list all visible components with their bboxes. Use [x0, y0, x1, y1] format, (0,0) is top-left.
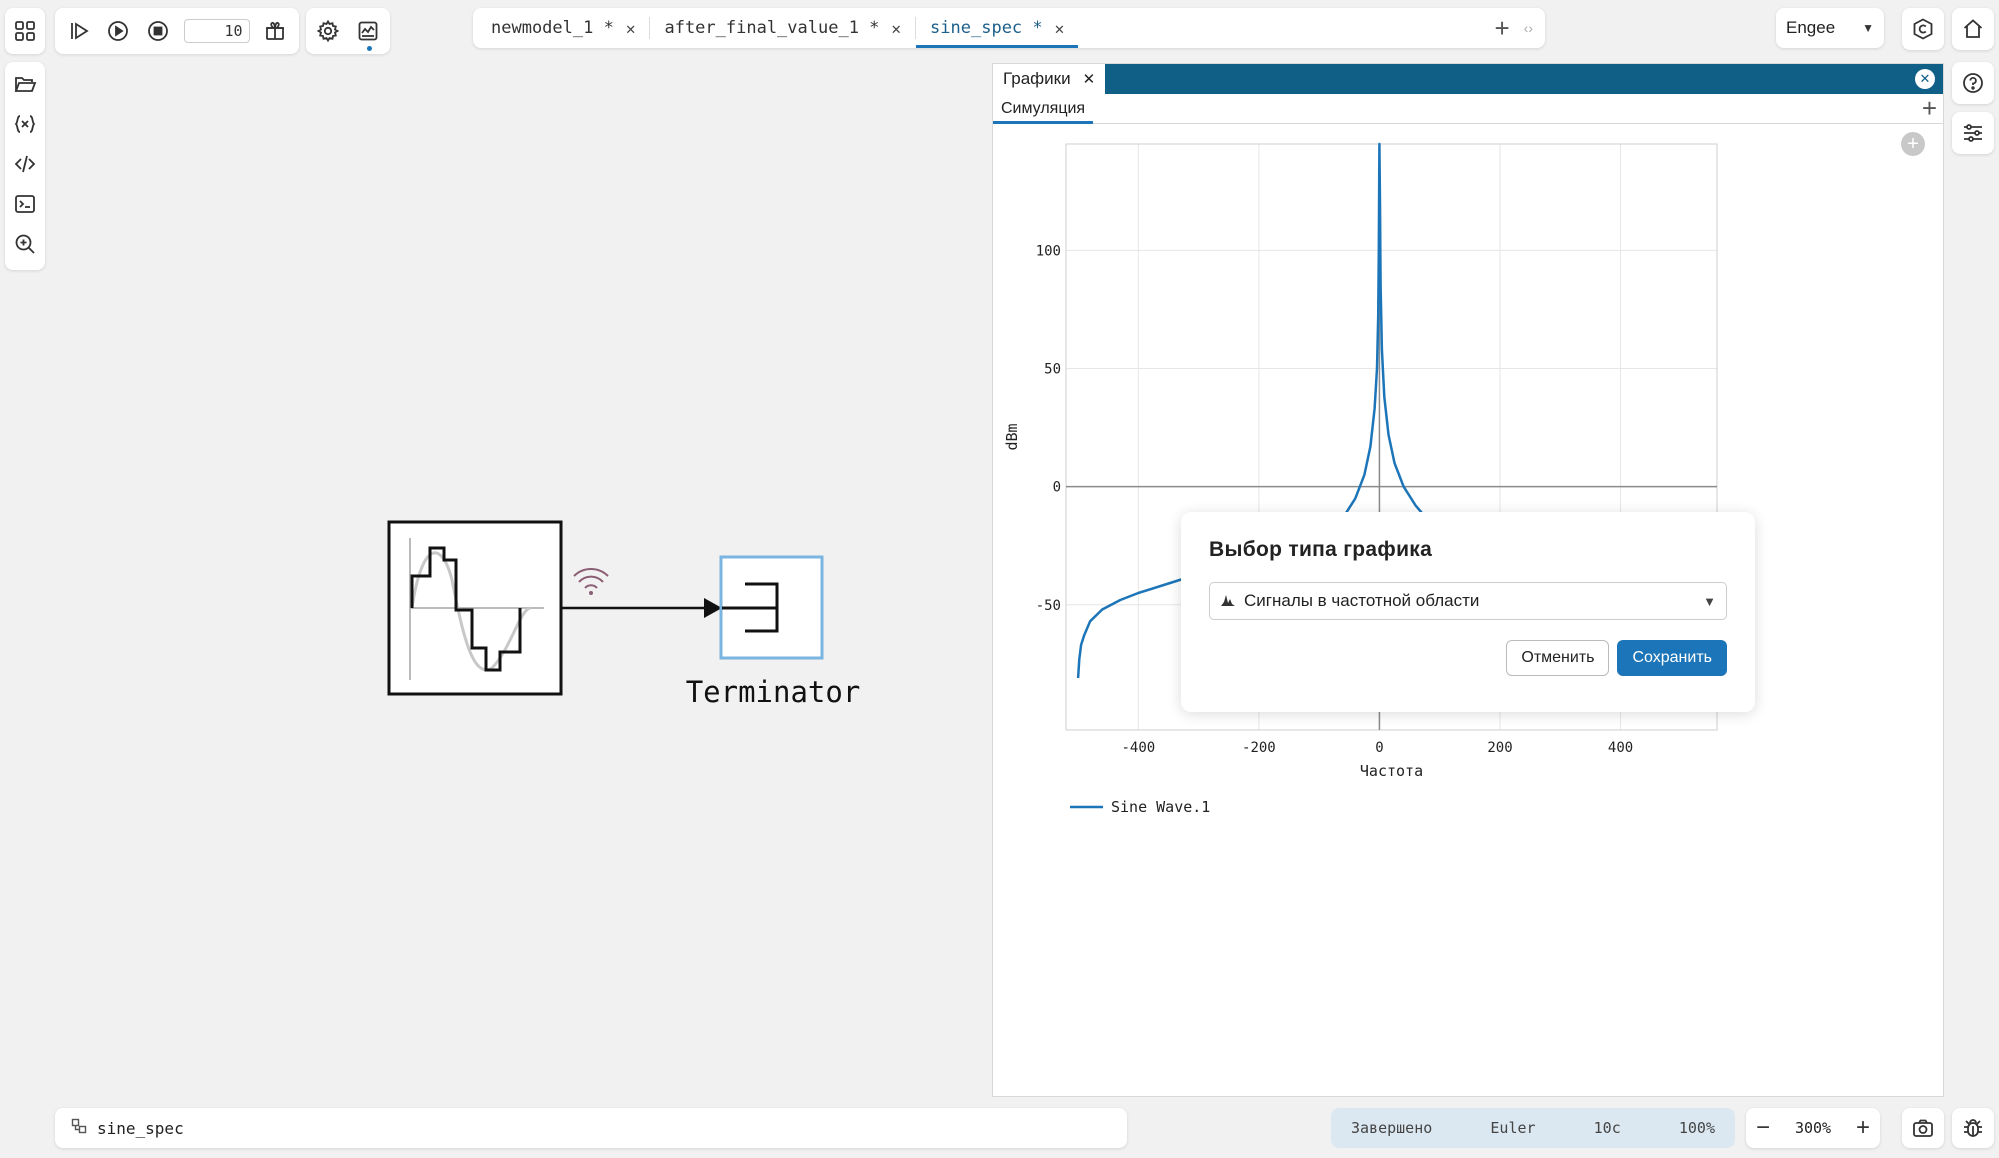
tab-label: newmodel_1 * [491, 18, 614, 38]
help-toolbar [1952, 62, 1994, 104]
status-state: Завершено [1351, 1119, 1433, 1137]
signal-wifi-icon [573, 567, 609, 595]
zoom-level: 300% [1794, 1119, 1832, 1137]
chevron-down-icon: ▼ [1703, 593, 1716, 609]
zoom-search-icon[interactable] [5, 224, 45, 264]
y-tick-label: 100 [1036, 243, 1061, 259]
step-run-icon[interactable] [59, 11, 99, 51]
close-icon[interactable]: ✕ [626, 19, 636, 38]
simulation-status: Завершено Euler 10с 100% [1331, 1108, 1735, 1148]
camera-icon[interactable] [1903, 1108, 1943, 1148]
close-icon[interactable]: ✕ [1055, 19, 1065, 38]
tab-simulation-label: Симуляция [1001, 99, 1086, 117]
y-tick-label: -50 [1036, 598, 1061, 614]
add-tab-icon[interactable]: + [1488, 13, 1515, 44]
zoom-out-button[interactable]: − [1756, 1114, 1770, 1142]
terminator-label: Terminator [686, 675, 861, 709]
left-sidebar [5, 62, 45, 270]
tab-after-final-value[interactable]: after_final_value_1 * ✕ [650, 8, 915, 48]
chart-legend[interactable]: Sine Wave.1 [1070, 798, 1210, 816]
tab-label: sine_spec * [930, 18, 1043, 38]
plot-type-dialog: Выбор типа графика Сигналы в частотной о… [1181, 512, 1755, 712]
zoom-control: − 300% + [1746, 1108, 1880, 1148]
dialog-title: Выбор типа графика [1209, 538, 1433, 561]
copyright-toolbar [1902, 8, 1944, 50]
x-tick-label: 0 [1375, 740, 1383, 756]
graphs-icon[interactable] [348, 11, 388, 51]
apps-grid-icon[interactable] [5, 11, 45, 51]
hexagon-c-icon[interactable] [1903, 9, 1943, 49]
tab-graphs-label: Графики [1003, 69, 1071, 88]
terminator-block[interactable] [719, 555, 824, 660]
x-tick-label: -200 [1242, 740, 1276, 756]
home-icon[interactable] [1953, 9, 1993, 49]
zoom-in-button[interactable]: + [1856, 1114, 1870, 1142]
engine-select[interactable]: Engee ▼ [1776, 8, 1884, 48]
code-icon[interactable] [5, 144, 45, 184]
x-tick-label: 200 [1487, 740, 1512, 756]
y-tick-label: 0 [1053, 480, 1061, 496]
close-icon[interactable]: ✕ [891, 19, 901, 38]
panel-close-icon[interactable]: ✕ [1915, 69, 1935, 89]
folder-open-icon[interactable] [5, 64, 45, 104]
x-axis-label: Частота [1360, 762, 1423, 780]
screenshot-toolbar [1902, 1108, 1944, 1148]
engine-select-value: Engee [1786, 18, 1836, 37]
dialog-buttons: Отменить Сохранить [1209, 640, 1727, 676]
tab-scroll-icon[interactable]: ‹› [1516, 20, 1541, 36]
status-solver: Euler [1490, 1119, 1536, 1137]
apps-toolbar [5, 8, 45, 54]
model-canvas[interactable]: Terminator [360, 500, 900, 740]
y-axis-label: dBm [1003, 423, 1021, 450]
sine-wave-block[interactable] [387, 520, 563, 696]
x-tick-labels: -400 -200 0 200 400 [1121, 740, 1633, 756]
status-sim-time: 10с [1593, 1119, 1621, 1137]
terminal-icon[interactable] [5, 184, 45, 224]
stop-button-icon[interactable] [138, 11, 178, 51]
gear-icon[interactable] [308, 11, 348, 51]
model-path-bar: sine_spec [55, 1108, 1127, 1148]
chevron-down-icon: ▼ [1862, 21, 1874, 35]
spectrum-icon [1220, 593, 1236, 610]
cancel-button[interactable]: Отменить [1506, 640, 1610, 676]
y-tick-labels: -50 0 50 100 [1036, 243, 1061, 613]
model-tab-bar: newmodel_1 * ✕ after_final_value_1 * ✕ s… [473, 8, 1545, 48]
x-tick-label: 400 [1608, 740, 1633, 756]
y-tick-label: 50 [1044, 361, 1061, 377]
debug-toolbar [1952, 1108, 1994, 1148]
properties-toolbar [1952, 112, 1994, 154]
tab-graphs[interactable]: Графики ✕ [993, 64, 1106, 94]
save-button[interactable]: Сохранить [1617, 640, 1727, 676]
subtab-bar: Симуляция + [993, 94, 1943, 124]
bug-icon[interactable] [1953, 1108, 1993, 1148]
signal-connection[interactable] [561, 598, 722, 618]
model-path-label: sine_spec [97, 1118, 184, 1138]
add-plot-tab-icon[interactable]: + [1922, 94, 1937, 122]
panel-header: Графики ✕ ✕ [993, 64, 1943, 94]
plot-type-select[interactable]: Сигналы в частотной области ▼ [1209, 582, 1727, 620]
run-button-icon[interactable] [99, 11, 139, 51]
x-tick-label: -400 [1121, 740, 1155, 756]
variables-icon[interactable] [5, 104, 45, 144]
gift-icon[interactable] [256, 11, 296, 51]
plot-type-value: Сигналы в частотной области [1244, 591, 1480, 610]
tab-sine-spec[interactable]: sine_spec * ✕ [916, 8, 1079, 48]
sliders-icon[interactable] [1953, 113, 1993, 153]
graphs-active-dot [367, 46, 372, 51]
tab-simulation[interactable]: Симуляция [993, 94, 1094, 124]
home-toolbar [1952, 8, 1994, 50]
tab-newmodel[interactable]: newmodel_1 * ✕ [477, 8, 649, 48]
help-icon[interactable] [1953, 63, 1993, 103]
run-toolbar [55, 8, 299, 54]
model-hierarchy-icon [71, 1118, 87, 1139]
legend-label: Sine Wave.1 [1111, 798, 1210, 816]
stop-time-input[interactable] [183, 19, 250, 43]
close-icon[interactable]: ✕ [1083, 70, 1096, 88]
tab-label: after_final_value_1 * [664, 18, 880, 38]
status-progress: 100% [1678, 1119, 1715, 1137]
settings-toolbar [306, 8, 390, 54]
